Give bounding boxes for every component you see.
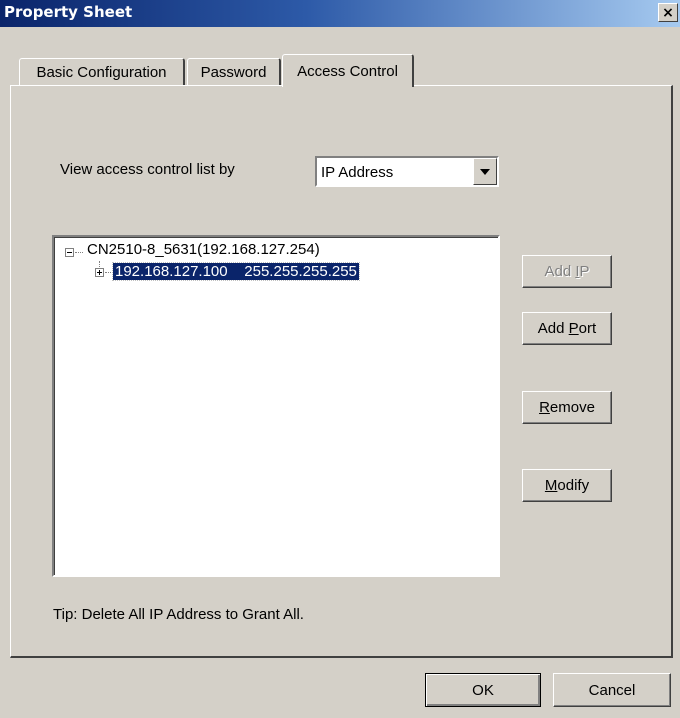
modify-label-mnemonic: M xyxy=(544,477,558,494)
tree-child-node[interactable]: 192.168.127.100 255.255.255.255 xyxy=(112,262,360,281)
dropdown-button[interactable] xyxy=(473,158,497,185)
property-sheet-window: Property Sheet × Basic Configuration Pas… xyxy=(0,0,680,718)
access-control-tree[interactable]: CN2510-8_5631(192.168.127.254) 192.168.1… xyxy=(52,235,500,577)
remove-button[interactable]: Remove xyxy=(522,391,612,424)
modify-button[interactable]: Modify xyxy=(522,469,612,502)
tab-label: Password xyxy=(200,64,267,81)
modify-label-suffix: odify xyxy=(557,477,590,494)
access-control-panel: View access control list by IP Address C… xyxy=(10,85,673,658)
title-bar[interactable]: Property Sheet × xyxy=(0,0,680,27)
tip-text: Tip: Delete All IP Address to Grant All. xyxy=(53,606,304,623)
tab-label: Access Control xyxy=(297,62,398,80)
add-port-button[interactable]: Add Port xyxy=(522,312,612,345)
close-icon: × xyxy=(662,4,674,21)
add-port-label-mnemonic: P xyxy=(568,320,579,337)
tree-root-node[interactable]: CN2510-8_5631(192.168.127.254) xyxy=(87,241,320,258)
tree-connector xyxy=(75,252,83,253)
close-button[interactable]: × xyxy=(658,3,678,22)
tree-connector xyxy=(105,272,111,273)
tab-label: Basic Configuration xyxy=(36,64,167,81)
view-by-select[interactable]: IP Address xyxy=(315,156,499,187)
cancel-label: Cancel xyxy=(588,681,636,699)
chevron-down-icon xyxy=(480,168,490,175)
collapse-icon[interactable] xyxy=(65,248,74,257)
remove-label-suffix: emove xyxy=(549,399,595,416)
add-port-label-suffix: ort xyxy=(578,320,597,337)
add-port-label-prefix: Add xyxy=(537,320,569,337)
tab-access-control[interactable]: Access Control xyxy=(282,54,414,87)
ok-button[interactable]: OK xyxy=(425,673,541,707)
view-by-value: IP Address xyxy=(321,164,394,181)
view-by-label: View access control list by xyxy=(60,161,235,178)
tab-basic-configuration[interactable]: Basic Configuration xyxy=(19,58,185,86)
cancel-button[interactable]: Cancel xyxy=(553,673,671,707)
add-ip-label-prefix: Add xyxy=(544,263,576,280)
window-title: Property Sheet xyxy=(4,3,133,21)
add-ip-label-suffix: P xyxy=(579,263,590,280)
remove-label-mnemonic: R xyxy=(539,399,550,416)
expand-icon[interactable] xyxy=(95,268,104,277)
tab-password[interactable]: Password xyxy=(187,58,281,86)
ok-label: OK xyxy=(472,681,494,699)
add-ip-button[interactable]: Add IP xyxy=(522,255,612,288)
